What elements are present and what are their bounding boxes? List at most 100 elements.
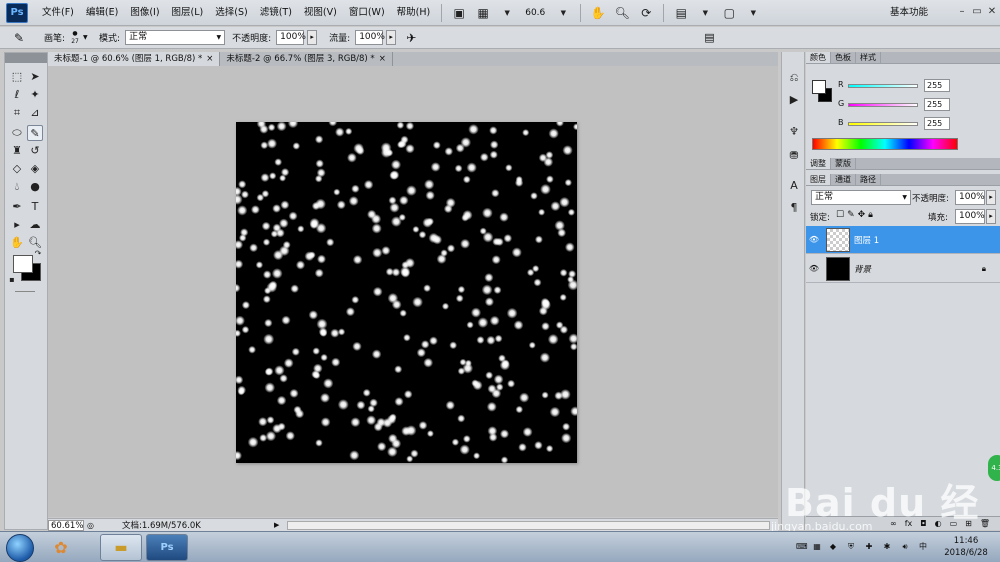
airbrush-icon[interactable]: ✈: [406, 31, 416, 45]
horizontal-scrollbar[interactable]: [287, 520, 770, 530]
clone-source-icon[interactable]: ⛃: [786, 148, 802, 164]
b-value[interactable]: 255: [924, 117, 950, 130]
menu-layer[interactable]: 图层(L): [166, 0, 210, 26]
hand-icon[interactable]: ✋: [590, 5, 606, 21]
brush-tool-icon[interactable]: ✎: [0, 31, 40, 45]
color-spectrum[interactable]: [812, 138, 958, 150]
workspace-switcher[interactable]: 基本功能: [890, 0, 928, 26]
toolbox-header[interactable]: [5, 53, 47, 63]
status-zoom-field[interactable]: 60.61%: [48, 519, 84, 531]
character-panel-icon[interactable]: A: [786, 178, 802, 194]
side-float-icon[interactable]: 4.3: [988, 455, 1000, 481]
b-slider[interactable]: [848, 122, 918, 126]
dropdown-arrow-icon[interactable]: ▼: [83, 34, 95, 41]
path-select-icon[interactable]: ▸: [9, 217, 25, 233]
menu-window[interactable]: 窗口(W): [343, 0, 391, 26]
opacity-input[interactable]: 100%: [276, 30, 306, 45]
actions-panel-icon[interactable]: ▶: [786, 92, 802, 108]
menu-file[interactable]: 文件(F): [36, 0, 80, 26]
g-value[interactable]: 255: [924, 98, 950, 111]
dropdown-arrow-icon[interactable]: ▼: [745, 5, 761, 21]
tab-layers[interactable]: 图层: [806, 174, 831, 185]
eye-icon[interactable]: 👁︎: [806, 264, 822, 273]
tab-adjustments[interactable]: 调整: [806, 158, 831, 169]
dodge-tool-icon[interactable]: ●: [27, 179, 43, 195]
swap-colors-icon[interactable]: ↷: [33, 249, 43, 259]
layer-row-1[interactable]: 👁︎ 图层 1: [806, 226, 1000, 254]
brush-preset-picker[interactable]: ● 27: [67, 30, 83, 46]
lock-options-icon[interactable]: ☐✎✥🔒︎: [836, 210, 876, 220]
menu-edit[interactable]: 编辑(E): [80, 0, 124, 26]
paint-bucket-icon[interactable]: ◈: [27, 161, 43, 177]
history-brush-icon[interactable]: ↺: [27, 143, 43, 159]
r-value[interactable]: 255: [924, 79, 950, 92]
dropdown-arrow-icon[interactable]: ▼: [555, 5, 571, 21]
photoshop-taskbar-button[interactable]: Ps: [146, 534, 188, 561]
close-tab-icon[interactable]: ×: [379, 54, 386, 64]
color-fg-swatch[interactable]: [812, 80, 826, 94]
layer-name[interactable]: 图层 1: [854, 234, 879, 246]
pen-tool-icon[interactable]: ✒: [9, 199, 25, 215]
rotate-view-icon[interactable]: ⟳: [638, 5, 654, 21]
ime-icon[interactable]: 中: [918, 542, 928, 552]
status-menu-arrow-icon[interactable]: ▶: [274, 521, 279, 529]
zoom-icon[interactable]: 🔍︎: [614, 5, 630, 21]
marquee-tool-icon[interactable]: ⬚: [9, 69, 25, 85]
canvas-area[interactable]: [48, 66, 778, 517]
eraser-icon[interactable]: ◇: [9, 161, 25, 177]
tab-color[interactable]: 颜色: [806, 52, 831, 63]
tab-masks[interactable]: 蒙版: [831, 158, 856, 169]
menu-image[interactable]: 图像(I): [124, 0, 165, 26]
status-zoom-icon[interactable]: ◎: [87, 521, 94, 530]
magic-wand-icon[interactable]: ✦: [27, 87, 43, 103]
tab-swatches[interactable]: 色板: [831, 52, 856, 63]
network-icon[interactable]: ▦: [812, 542, 822, 552]
shape-tool-icon[interactable]: ☁: [27, 217, 43, 233]
app-tray-icon[interactable]: ✚: [864, 542, 874, 552]
tab-channels[interactable]: 通道: [831, 174, 856, 185]
brush-tool-icon[interactable]: ✎: [27, 125, 43, 141]
layer-opacity-input[interactable]: 100%: [955, 190, 985, 205]
keyboard-icon[interactable]: ⌨: [796, 542, 808, 552]
fill-stepper[interactable]: ▸: [986, 209, 996, 224]
restore-icon[interactable]: ▭: [970, 5, 984, 19]
minimize-icon[interactable]: –: [955, 5, 969, 19]
document-tab-2[interactable]: 未标题-2 @ 66.7% (图层 3, RGB/8) * ×: [220, 52, 393, 66]
crop-tool-icon[interactable]: ⌗: [9, 105, 25, 121]
view-extras-icon[interactable]: ▦: [475, 5, 491, 21]
tab-styles[interactable]: 样式: [856, 52, 881, 63]
dropdown-arrow-icon[interactable]: ▼: [499, 5, 515, 21]
flow-input[interactable]: 100%: [355, 30, 385, 45]
new-group-icon[interactable]: ▭: [950, 517, 958, 530]
delete-layer-icon[interactable]: 🗑︎: [980, 517, 990, 530]
history-panel-icon[interactable]: ⎌: [786, 70, 802, 86]
close-icon[interactable]: ✕: [985, 5, 999, 19]
security-icon[interactable]: ⛨: [846, 542, 856, 552]
layer-name[interactable]: 背景: [854, 263, 871, 275]
menu-select[interactable]: 选择(S): [209, 0, 253, 26]
move-tool-icon[interactable]: ➤: [27, 69, 43, 85]
menu-view[interactable]: 视图(V): [298, 0, 343, 26]
document-tab-1[interactable]: 未标题-1 @ 60.6% (图层 1, RGB/8) * ×: [48, 52, 221, 66]
arrange-documents-icon[interactable]: ▤: [673, 5, 689, 21]
close-tab-icon[interactable]: ×: [206, 54, 213, 64]
mode-select[interactable]: 正常 ▼: [125, 30, 226, 45]
brushes-panel-icon[interactable]: ♆: [786, 124, 802, 140]
adjustment-layer-icon[interactable]: ◐: [935, 517, 942, 530]
app-tray-icon[interactable]: ✱: [882, 542, 892, 552]
zoom-level[interactable]: 60.6: [519, 8, 551, 18]
blur-tool-icon[interactable]: 💧︎: [9, 179, 25, 195]
lasso-tool-icon[interactable]: ℓ: [9, 87, 25, 103]
layer-row-background[interactable]: 👁︎ 背景 🔒︎: [806, 255, 1000, 283]
shield-icon[interactable]: ◆: [828, 542, 838, 552]
app-launcher-icon[interactable]: ✿: [40, 534, 82, 561]
clone-stamp-icon[interactable]: ♜: [9, 143, 25, 159]
menu-help[interactable]: 帮助(H): [391, 0, 437, 26]
eyedropper-icon[interactable]: ⊿: [27, 105, 43, 121]
menu-filter[interactable]: 滤镜(T): [254, 0, 298, 26]
system-clock[interactable]: 11:46 2018/6/28: [936, 535, 996, 559]
dropdown-arrow-icon[interactable]: ▼: [697, 5, 713, 21]
fill-input[interactable]: 100%: [955, 209, 985, 224]
healing-brush-icon[interactable]: ⬭: [9, 125, 25, 141]
default-colors-icon[interactable]: ▪: [7, 275, 17, 285]
